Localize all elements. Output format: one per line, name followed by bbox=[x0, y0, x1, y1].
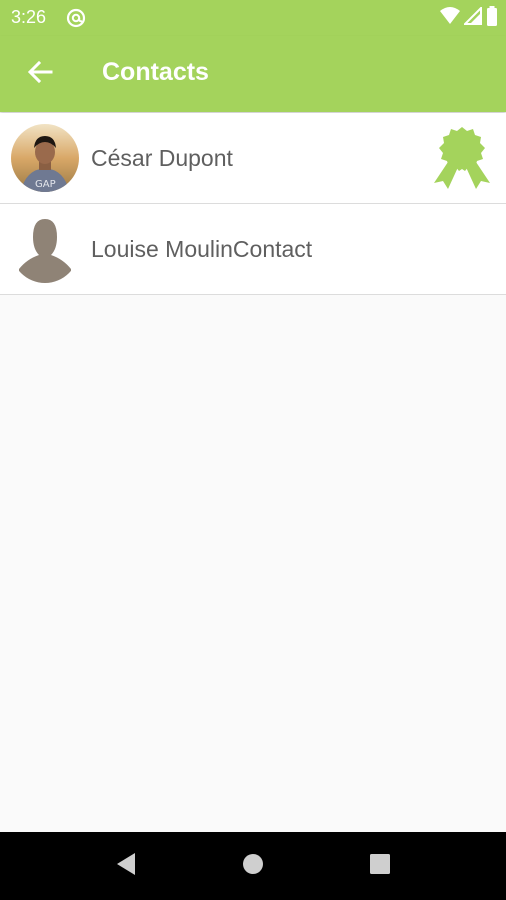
arrow-left-icon bbox=[27, 60, 53, 89]
status-bar: 3:26 bbox=[0, 0, 506, 36]
contact-name: César Dupont bbox=[91, 145, 233, 171]
contact-list: GAP César Dupont Louise MoulinContact bbox=[0, 113, 506, 295]
page-title: Contacts bbox=[102, 58, 209, 86]
screen: 3:26 Contacts GAP César Dupont Louise Mo… bbox=[0, 0, 506, 900]
back-button[interactable] bbox=[20, 54, 60, 94]
status-icons bbox=[440, 5, 498, 31]
recents-square-icon bbox=[369, 853, 391, 880]
status-time: 3:26 bbox=[11, 7, 47, 27]
app-bar: Contacts bbox=[0, 36, 506, 112]
contact-name: Louise MoulinContact bbox=[91, 236, 313, 262]
battery-icon bbox=[486, 5, 498, 31]
at-sign-icon bbox=[66, 8, 86, 28]
nav-home-button[interactable] bbox=[237, 850, 269, 882]
home-circle-icon bbox=[242, 853, 264, 880]
award-ribbon-icon bbox=[432, 125, 492, 191]
nav-recents-button[interactable] bbox=[364, 850, 396, 882]
contact-row-louise-moulin[interactable]: Louise MoulinContact bbox=[0, 204, 506, 295]
avatar bbox=[11, 215, 79, 283]
cell-signal-icon bbox=[462, 5, 482, 30]
nav-back-button[interactable] bbox=[110, 850, 142, 882]
svg-text:GAP: GAP bbox=[35, 179, 56, 190]
wifi-icon bbox=[440, 6, 460, 30]
navigation-bar bbox=[0, 832, 506, 900]
avatar: GAP bbox=[11, 124, 79, 192]
back-triangle-icon bbox=[115, 852, 137, 881]
contact-row-cesar-dupont[interactable]: GAP César Dupont bbox=[0, 113, 506, 204]
